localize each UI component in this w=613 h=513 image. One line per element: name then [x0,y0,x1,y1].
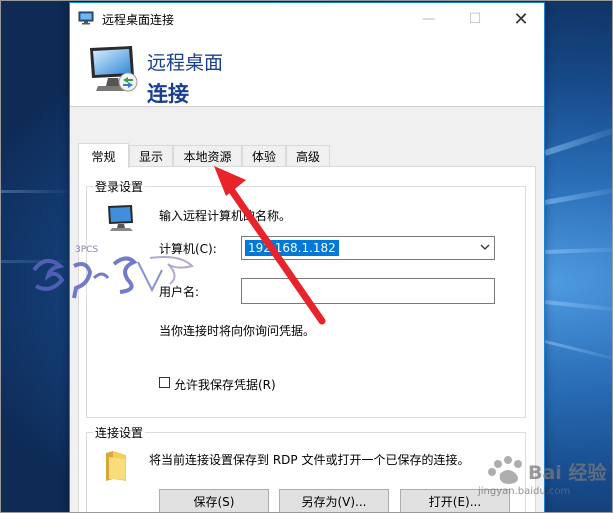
save-button[interactable]: 保存(S) [159,489,269,512]
window-title: 远程桌面连接 [102,13,175,27]
tab-experience[interactable]: 体验 [242,145,286,166]
watermark-logo-text: 3PCS [75,245,98,255]
close-button[interactable]: ✕ [498,3,544,35]
banner-divider [70,106,544,107]
connection-settings-group: 连接设置 将当前连接设置保存到 RDP 文件或打开一个已保存的连接。 保存(S)… [86,424,526,512]
tab-local-resources[interactable]: 本地资源 [173,145,242,166]
save-as-button[interactable]: 另存为(V)... [279,489,389,512]
baidu-watermark-url: jingyan.baidu.com [478,486,571,497]
remote-desktop-monitor-icon [90,46,138,92]
computer-monitor-icon [108,205,133,231]
save-credentials-label[interactable]: 允许我保存凭据(R) [174,376,276,393]
folder-icon [106,451,126,481]
baidu-watermark-text: Bai 经验 [528,462,607,484]
save-as-button-label: 另存为(V)... [301,494,367,509]
tab-advanced[interactable]: 高级 [286,145,330,166]
watermark-logo: 3PCS [32,245,194,299]
chevron-down-icon[interactable] [480,242,490,252]
username-field[interactable] [241,278,495,304]
minimize-icon: — [422,11,436,27]
title-bar[interactable]: 远程桌面连接 — ☐ ✕ [70,3,544,35]
minimize-button[interactable]: — [406,3,452,35]
close-icon: ✕ [513,8,529,30]
tab-general[interactable]: 常规 [78,143,129,168]
maximize-icon: ☐ [468,11,482,27]
banner-title-line2: 连接 [147,82,189,106]
tab-label: 体验 [251,149,276,164]
connection-settings-title: 连接设置 [93,424,146,441]
tab-label: 常规 [91,149,116,164]
tab-label: 高级 [295,149,320,164]
maximize-button[interactable]: ☐ [452,3,498,35]
save-button-label: 保存(S) [193,494,235,509]
remote-desktop-icon [78,11,94,25]
credentials-note: 当你连接时将向你询问凭据。 [159,324,316,338]
tab-label: 本地资源 [183,149,232,164]
banner-title-line1: 远程桌面 [147,52,224,74]
computer-combobox[interactable]: 192.168.1.182 [241,236,495,260]
computer-value: 192.168.1.182 [245,240,339,256]
connection-description: 将当前连接设置保存到 RDP 文件或打开一个已保存的连接。 [149,453,470,467]
login-settings-group: 登录设置 输入远程计算机的名称。 计算机(C): 192.168.1.182 用… [86,178,526,418]
tab-label: 显示 [138,149,163,164]
login-settings-title: 登录设置 [93,178,146,195]
tab-display[interactable]: 显示 [129,145,173,166]
banner: 远程桌面 连接 [70,35,544,107]
login-instruction: 输入远程计算机的名称。 [159,209,292,223]
save-credentials-checkbox[interactable] [159,377,170,388]
